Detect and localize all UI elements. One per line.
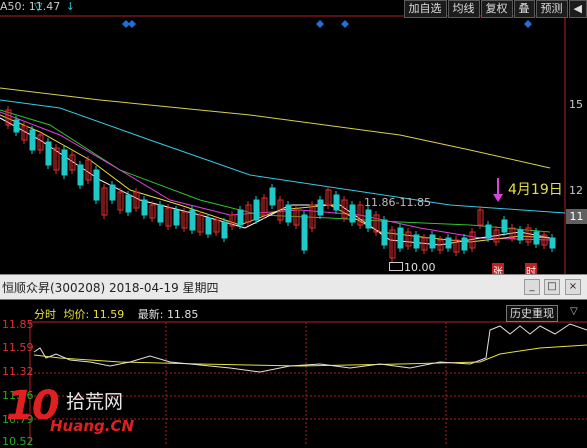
candle-body bbox=[173, 209, 180, 226]
adjust-price-button[interactable]: 复权 bbox=[480, 0, 513, 18]
last-value: 11.85 bbox=[166, 308, 199, 321]
candle-body bbox=[93, 169, 100, 201]
y-label-2: 11.59 bbox=[2, 341, 34, 354]
candle-body bbox=[397, 227, 404, 249]
forecast-button[interactable]: 预测 bbox=[535, 0, 568, 18]
event-diamond-icon bbox=[128, 20, 136, 28]
candle-body bbox=[109, 184, 116, 201]
site-logo: 10 拾荒网 Huang.CN bbox=[4, 383, 144, 441]
candle-body bbox=[29, 129, 36, 151]
candle-body bbox=[517, 229, 524, 241]
candle-body bbox=[61, 149, 68, 176]
price-axis-label-12: 12 bbox=[569, 184, 583, 197]
candle-body bbox=[269, 187, 276, 206]
candle-body bbox=[77, 164, 84, 186]
candle-body bbox=[205, 217, 212, 235]
candle-body bbox=[285, 204, 292, 223]
candle-body bbox=[317, 199, 324, 216]
low-marker-icon bbox=[389, 262, 403, 271]
candle-body bbox=[125, 194, 132, 213]
scroll-left-icon[interactable]: ◀ bbox=[568, 0, 587, 18]
kline-chart[interactable] bbox=[0, 0, 587, 274]
event-diamond-icon bbox=[524, 20, 532, 28]
y-label-3: 11.32 bbox=[2, 365, 34, 378]
candle-body bbox=[365, 209, 372, 229]
price-axis-label-15: 15 bbox=[569, 98, 583, 111]
candle-body bbox=[485, 224, 492, 239]
down-arrow-icon: ↓ bbox=[65, 0, 75, 13]
y-label-1: 11.85 bbox=[2, 318, 34, 331]
last-label: 最新: bbox=[137, 308, 164, 321]
panel-close-icon[interactable]: ▽ bbox=[570, 306, 578, 317]
candle-body bbox=[237, 209, 244, 226]
add-watchlist-button[interactable]: 加自选 bbox=[403, 0, 447, 18]
low-price-annotation: 10.00 bbox=[389, 261, 436, 274]
candle-body bbox=[349, 204, 356, 223]
intraday-info: 分时 均价: 11.59 最新: 11.85 bbox=[34, 306, 198, 322]
arrow-down-icon: ▽ bbox=[34, 0, 43, 13]
logo-cn-text: 拾荒网 bbox=[66, 391, 124, 413]
candle-body bbox=[157, 204, 164, 223]
intraday-mode-label: 分时 bbox=[34, 308, 56, 321]
range-annotation: 11.86-11.85 bbox=[364, 196, 431, 209]
stock-title: 恒顺众昇(300208) 2018-04-19 星期四 bbox=[2, 281, 219, 295]
event-diamond-icon bbox=[316, 20, 324, 28]
candle-body bbox=[461, 237, 468, 251]
candle-body bbox=[45, 141, 52, 166]
date-pointer-arrowhead-icon bbox=[493, 194, 503, 202]
history-replay-button[interactable]: 历史重现 bbox=[506, 305, 558, 322]
candle-body bbox=[429, 234, 436, 249]
event-diamond-icon bbox=[341, 20, 349, 28]
stock-title-bar: 恒顺众昇(300208) 2018-04-19 星期四 _ □ × bbox=[0, 274, 587, 300]
minimize-button[interactable]: _ bbox=[524, 279, 540, 295]
low-price-text: 10.00 bbox=[404, 261, 436, 274]
candle-body bbox=[413, 234, 420, 249]
candle-body bbox=[549, 237, 556, 249]
candle-body bbox=[501, 219, 508, 233]
avg-value: 11.59 bbox=[92, 308, 125, 321]
logo-url-text: Huang.CN bbox=[50, 417, 135, 435]
date-annotation: 4月19日 bbox=[508, 182, 563, 198]
ma-label: A50: bbox=[0, 0, 26, 13]
candle-body bbox=[221, 221, 228, 239]
avg-price-line bbox=[33, 344, 587, 367]
price-tag: 11 bbox=[566, 209, 587, 224]
moving-average-button[interactable]: 均线 bbox=[447, 0, 480, 18]
candle-body bbox=[533, 231, 540, 245]
price-line bbox=[33, 323, 587, 373]
candle-body bbox=[381, 219, 388, 246]
candle-body bbox=[445, 237, 452, 249]
chart-toolbar: 加自选 均线 复权 叠 预测 ◀ bbox=[403, 0, 587, 18]
candle-body bbox=[141, 199, 148, 216]
candle-body bbox=[333, 194, 340, 211]
candle-body bbox=[13, 119, 20, 133]
maximize-button[interactable]: □ bbox=[544, 279, 560, 295]
close-button[interactable]: × bbox=[565, 279, 581, 295]
overlay-button[interactable]: 叠 bbox=[513, 0, 535, 18]
avg-label: 均价: bbox=[63, 308, 90, 321]
candle-body bbox=[253, 199, 260, 221]
candle-body bbox=[189, 209, 196, 231]
candle-body bbox=[301, 214, 308, 251]
